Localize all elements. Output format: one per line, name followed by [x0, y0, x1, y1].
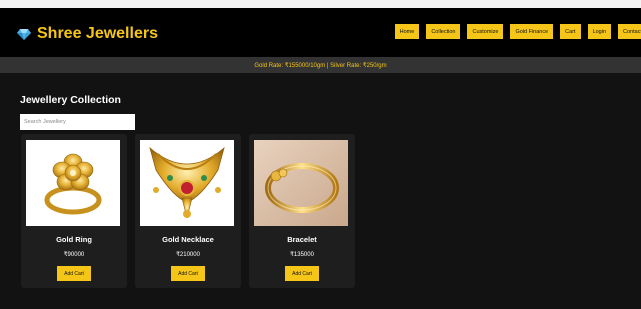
rate-ticker: Gold Rate: ₹155000/10gm | Silver Rate: ₹… [0, 57, 641, 73]
product-image[interactable] [254, 140, 348, 226]
product-card: Bracelet ₹135000 Add Cart [249, 134, 355, 288]
nav-collection[interactable]: Collection [426, 24, 461, 39]
nav-cart[interactable]: Cart [560, 24, 581, 39]
nav-login[interactable]: Login [587, 24, 612, 39]
top-strip [0, 0, 641, 8]
product-price: ₹135000 [290, 252, 314, 258]
nav-gold-finance[interactable]: Gold Finance [510, 24, 554, 39]
add-cart-button[interactable]: Add Cart [57, 266, 91, 281]
gold-bracelet-image [254, 140, 348, 226]
search-input[interactable] [20, 114, 135, 130]
product-price: ₹90000 [63, 252, 85, 258]
diamond-icon [17, 29, 31, 40]
product-name: Bracelet [287, 235, 317, 244]
gold-ring-image [26, 140, 120, 226]
product-card: Gold Ring ₹90000 Add Cart [21, 134, 127, 288]
product-card: Gold Necklace ₹210000 Add Cart [135, 134, 241, 288]
product-image[interactable] [140, 140, 234, 226]
gold-necklace-image [140, 140, 234, 226]
nav-bar: Home Collection Customize Gold Finance C… [394, 24, 641, 39]
header: Shree Jewellers Home Collection Customiz… [0, 8, 641, 57]
nav-contact[interactable]: Contact [618, 24, 641, 39]
product-price: ₹210000 [176, 252, 200, 258]
product-name: Gold Necklace [162, 235, 214, 244]
add-cart-button[interactable]: Add Cart [285, 266, 319, 281]
nav-home[interactable]: Home [394, 24, 420, 39]
product-image[interactable] [26, 140, 120, 226]
page-title: Jewellery Collection [20, 94, 121, 106]
brand[interactable]: Shree Jewellers [17, 25, 158, 43]
brand-name: Shree Jewellers [37, 25, 158, 42]
add-cart-button[interactable]: Add Cart [171, 266, 205, 281]
product-name: Gold Ring [56, 235, 92, 244]
nav-customize[interactable]: Customize [467, 24, 504, 39]
